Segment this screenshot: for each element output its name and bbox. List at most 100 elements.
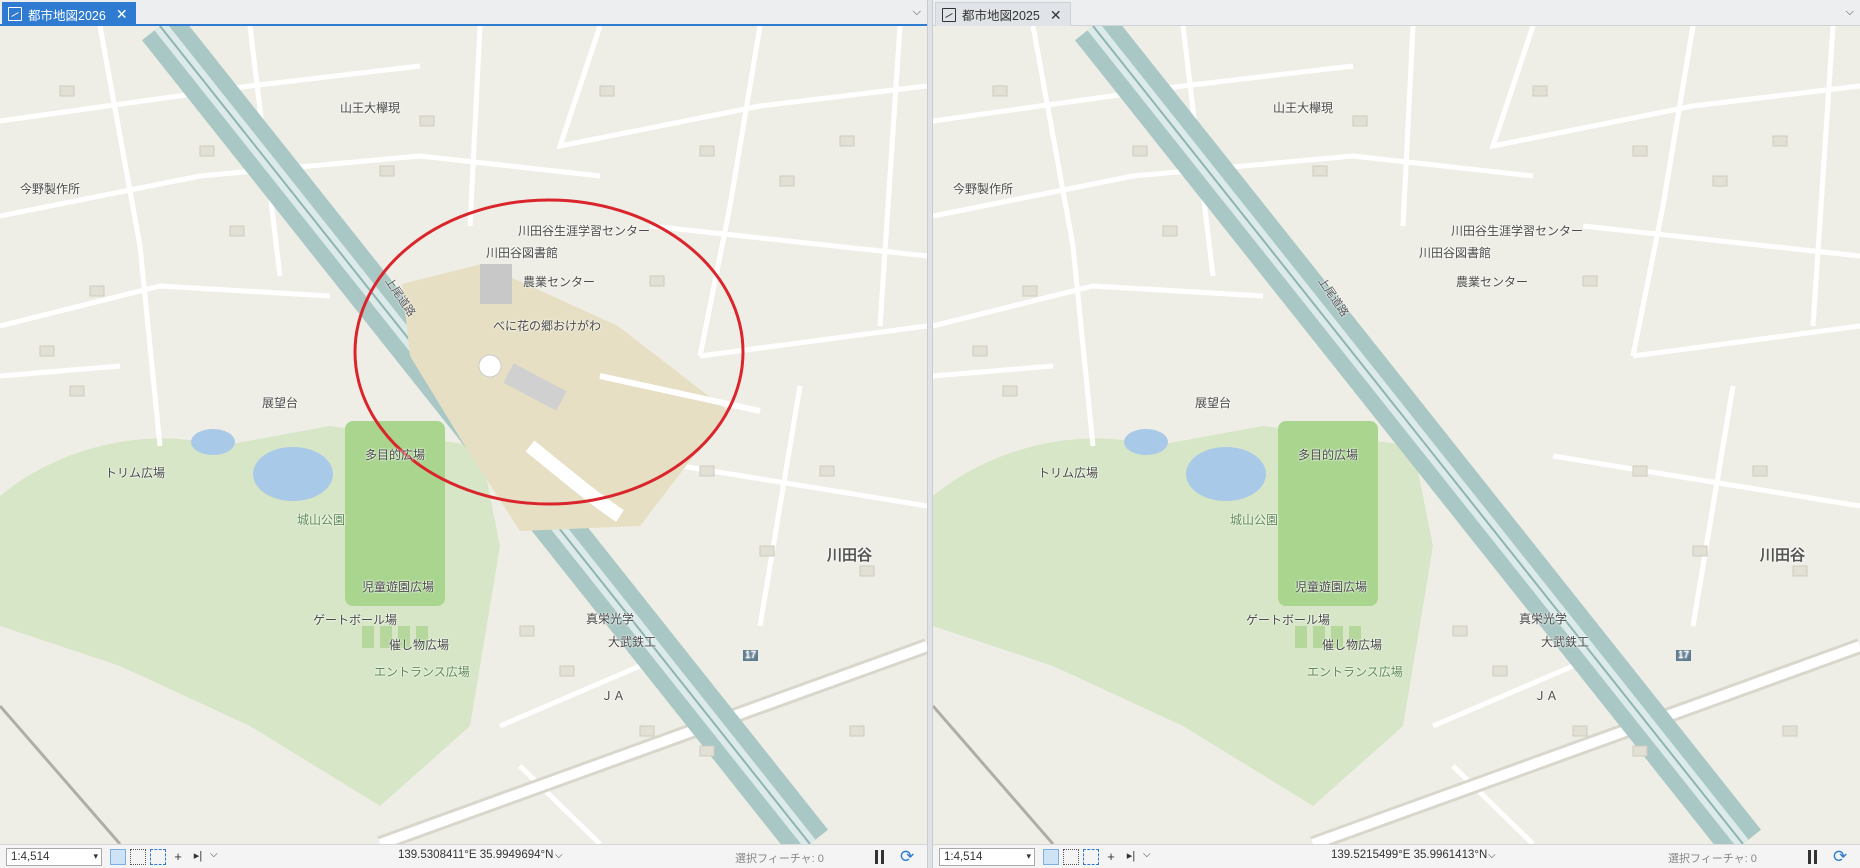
map-label: 山王大欅現 (1273, 101, 1334, 115)
tab-map-2025[interactable]: 都市地図2025 ✕ (935, 2, 1071, 26)
map-label: 川田谷生涯学習センター (518, 224, 651, 238)
tab-bar: 都市地図2026 ✕ ⌵ (0, 0, 927, 26)
chevron-down-icon[interactable]: ⌵ (1143, 849, 1159, 865)
map-label: 展望台 (1195, 396, 1232, 410)
building (992, 85, 1008, 97)
map-label: 今野製作所 (20, 182, 81, 196)
map-label: トリム広場 (1038, 466, 1099, 480)
map-label: 川田谷図書館 (1419, 246, 1492, 260)
map-label: ゲートボール場 (1246, 613, 1331, 627)
map-view[interactable]: 山王大欅現 今野製作所 川田谷生涯学習センター 川田谷図書館 農業センター 展望… (933, 26, 1860, 844)
constraints-icon[interactable]: ▸| (190, 849, 206, 865)
building (972, 345, 988, 357)
map-label: 川田谷図書館 (486, 246, 559, 260)
scale-select[interactable]: 1:4,514 ▾ (6, 847, 102, 866)
map-label: 多目的広場 (1298, 448, 1359, 462)
building (1692, 545, 1708, 557)
chevron-down-icon[interactable]: ⌵ (913, 6, 921, 19)
refresh-icon[interactable]: ⟳ (900, 848, 918, 866)
building (1782, 725, 1798, 737)
chevron-down-icon: ▾ (93, 850, 98, 861)
basemap (933, 26, 1860, 844)
building (1132, 145, 1148, 157)
scale-select[interactable]: 1:4,514 ▾ (939, 847, 1035, 866)
crosshair-icon[interactable]: + (1103, 849, 1119, 865)
building (1792, 565, 1808, 577)
selected-features-count[interactable]: 選択フィーチャ: 0 (1668, 850, 1757, 866)
building (1632, 465, 1648, 477)
grid-icon[interactable] (130, 848, 146, 865)
building (1352, 115, 1368, 127)
close-icon[interactable]: ✕ (116, 7, 128, 21)
map-view[interactable]: 山王大欅現 今野製作所 川田谷生涯学習センター 川田谷図書館 農業センター べに… (0, 26, 927, 844)
map-pane-2026: 都市地図2026 ✕ ⌵ 山王大欅現 今野製作所 川田谷生涯学習センター 川田谷… (0, 0, 927, 868)
grid-icon[interactable] (1063, 848, 1079, 865)
building (1632, 145, 1648, 157)
pause-drawing-button[interactable] (1807, 850, 1819, 864)
map-label: 大武鉄工 (608, 635, 657, 649)
map-label: 農業センター (1456, 275, 1529, 289)
map-label: 川田谷生涯学習センター (1451, 224, 1584, 238)
building (1772, 135, 1788, 147)
building (1532, 85, 1548, 97)
map-label: 山王大欅現 (340, 101, 401, 115)
route-shield: 17 (1676, 650, 1692, 661)
scale-value: 1:4,514 (944, 850, 983, 863)
snapping-icon[interactable] (150, 848, 166, 865)
map-icon (942, 8, 956, 22)
building (1022, 285, 1038, 297)
navigate-tool-icon[interactable] (110, 848, 126, 865)
pond (1124, 429, 1168, 455)
map-label: ゲートボール場 (313, 613, 398, 627)
building (1752, 465, 1768, 477)
chevron-down-icon[interactable]: ⌵ (1846, 6, 1854, 19)
scale-value: 1:4,514 (11, 850, 50, 863)
snapping-icon[interactable] (1083, 848, 1099, 865)
selected-features-count[interactable]: 選択フィーチャ: 0 (735, 850, 824, 866)
building (1712, 175, 1728, 187)
map-pane-2025: 都市地図2025 ✕ ⌵ 山王大欅現 今野製作所 川田谷生涯学習センター 川田谷… (933, 0, 1860, 868)
tab-bar: 都市地図2025 ✕ ⌵ (933, 0, 1860, 26)
map-label: ＪＡ (601, 689, 626, 703)
chevron-down-icon[interactable]: ⌵ (210, 849, 226, 865)
map-label: 農業センター (523, 275, 596, 289)
map-label: 展望台 (262, 396, 299, 410)
pause-drawing-button[interactable] (874, 850, 886, 864)
close-icon[interactable]: ✕ (1050, 8, 1062, 22)
coordinate-readout: 139.5215499°E 35.9961413°N (1331, 849, 1488, 861)
map-label: 大武鉄工 (1541, 635, 1590, 649)
crosshair-icon[interactable]: + (170, 849, 186, 865)
map-label: 川田谷 (827, 547, 873, 564)
map-label: 真栄光学 (1519, 612, 1568, 626)
status-bar: 1:4,514 ▾ + ▸| ⌵ 139.5308411°E 35.994969… (0, 844, 927, 868)
map-label: 今野製作所 (953, 182, 1014, 196)
map-label: エントランス広場 (1307, 665, 1403, 679)
map-label: 川田谷 (1760, 547, 1806, 564)
map-label: 城山公園 (1230, 513, 1279, 527)
highlight-ellipse (353, 198, 745, 506)
map-label: 城山公園 (297, 513, 346, 527)
pond (1186, 447, 1266, 501)
building (1492, 665, 1508, 677)
status-bar: 1:4,514 ▾ + ▸| ⌵ 139.5215499°E 35.996141… (933, 844, 1860, 868)
map-label: 催し物広場 (1322, 638, 1383, 652)
map-label: エントランス広場 (374, 665, 470, 679)
map-icon (8, 7, 22, 21)
map-label: 真栄光学 (586, 612, 635, 626)
building (1632, 745, 1648, 757)
map-label: トリム広場 (105, 466, 166, 480)
constraints-icon[interactable]: ▸| (1123, 849, 1139, 865)
map-label: ＪＡ (1534, 689, 1559, 703)
chevron-down-icon[interactable]: ⌵ (555, 850, 563, 861)
chevron-down-icon[interactable]: ⌵ (1488, 850, 1496, 861)
navigate-tool-icon[interactable] (1043, 848, 1059, 865)
building (1312, 165, 1328, 177)
building (1002, 385, 1018, 397)
building (1162, 225, 1178, 237)
refresh-icon[interactable]: ⟳ (1833, 848, 1851, 866)
map-label: べに花の郷おけがわ (493, 319, 602, 333)
chevron-down-icon: ▾ (1026, 850, 1031, 861)
building (1582, 275, 1598, 287)
tab-title: 都市地図2026 (28, 8, 106, 23)
tab-map-2026[interactable]: 都市地図2026 ✕ (2, 2, 136, 26)
